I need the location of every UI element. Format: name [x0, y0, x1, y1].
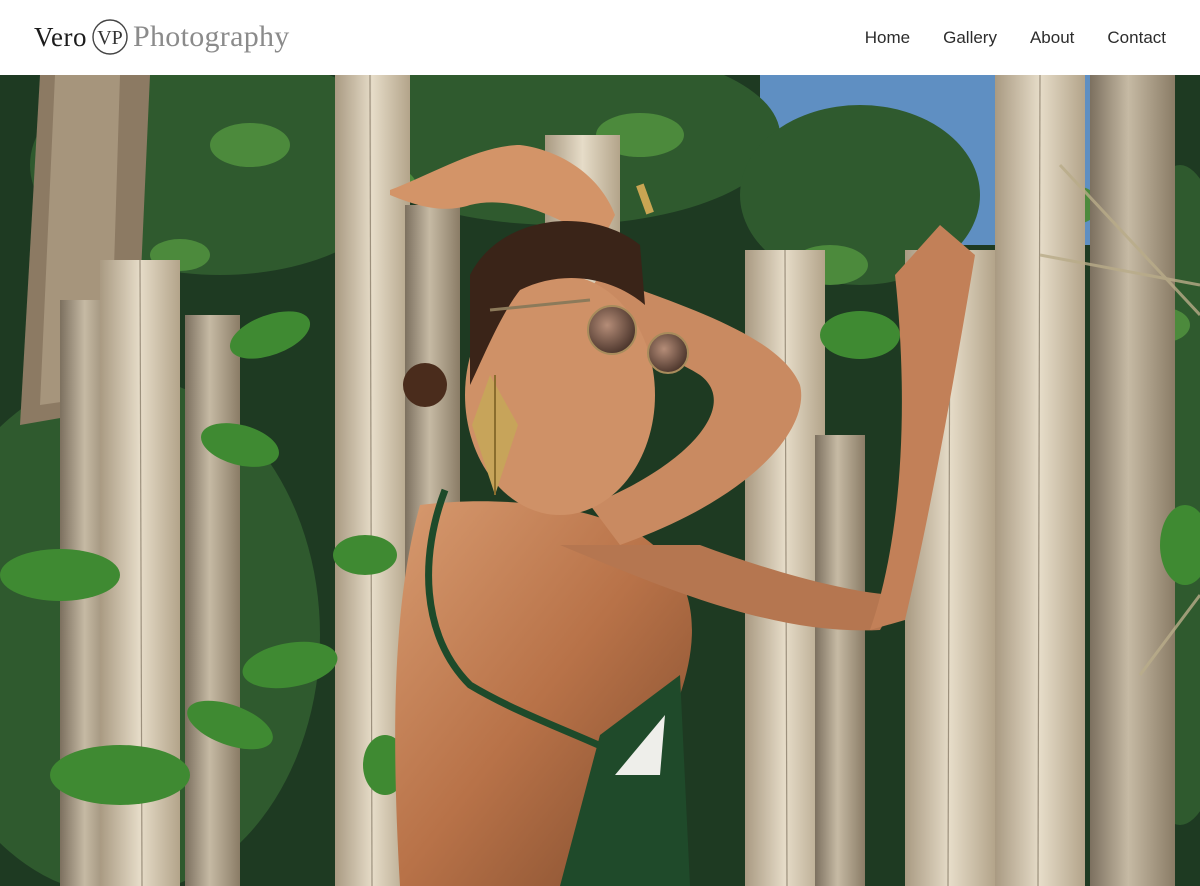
nav-about-link[interactable]: About — [1030, 28, 1074, 48]
site-logo[interactable]: Vero VP Photography — [34, 17, 290, 57]
svg-text:VP: VP — [97, 27, 123, 49]
hero-photo — [0, 75, 1200, 886]
nav-home-link[interactable]: Home — [865, 28, 910, 48]
logo-photography-text: Photography — [132, 20, 290, 53]
site-header: Vero VP Photography Home Gallery About C… — [0, 0, 1200, 75]
vp-monogram-icon: VP — [92, 19, 128, 55]
main-nav: Home Gallery About Contact — [832, 0, 1166, 75]
portrait-photo-illustration — [0, 75, 1200, 886]
nav-contact-link[interactable]: Contact — [1107, 28, 1166, 48]
logo-vero-text: Vero — [34, 21, 87, 52]
nav-gallery-link[interactable]: Gallery — [943, 28, 997, 48]
